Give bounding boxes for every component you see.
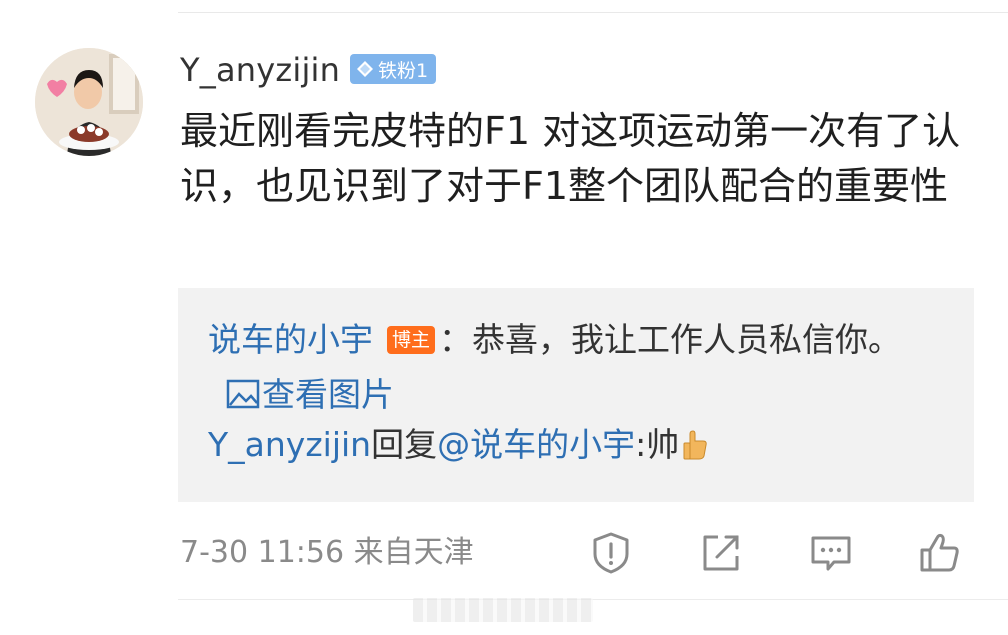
like-thumbs-up-icon[interactable] (917, 530, 963, 576)
reply-text: ：恭喜，我让工作人员私信你。 (439, 320, 902, 359)
blogger-badge: 博主 (387, 326, 436, 354)
bottom-divider (178, 599, 1008, 600)
comment-time-location: 7-30 11:56 来自天津 (180, 535, 474, 570)
report-warning-icon[interactable] (588, 530, 634, 576)
reply-author-link[interactable]: Y_anyzijin (208, 425, 371, 464)
next-comment-preview (413, 598, 593, 622)
mention-link[interactable]: @说车的小宇 (437, 425, 635, 464)
thumbs-up-emoji-icon (683, 430, 707, 460)
user-avatar[interactable] (35, 48, 143, 156)
comment-icon[interactable] (808, 530, 854, 576)
view-picture-label: 查看图片 (262, 375, 394, 414)
image-icon (226, 379, 260, 409)
fan-badge-label: 铁粉1 (378, 59, 429, 82)
share-icon[interactable] (698, 530, 744, 576)
top-divider (178, 12, 1008, 13)
reply-item: Y_anyzijin回复@说车的小宇:帅 (208, 422, 709, 468)
reply-text: :帅 (635, 425, 680, 464)
comment-username[interactable]: Y_anyzijin (180, 50, 340, 90)
comment-text: 最近刚看完皮特的F1 对这项运动第一次有了认识，也见识到了对于F1整个团队配合的… (180, 109, 961, 208)
reply-item: 说车的小宇 博主 ：恭喜，我让工作人员私信你。查看图片 (208, 312, 908, 422)
reply-author-link[interactable]: 说车的小宇 (208, 320, 373, 359)
fan-level-badge[interactable]: 铁粉1 (350, 54, 437, 84)
reply-thread[interactable]: 说车的小宇 博主 ：恭喜，我让工作人员私信你。查看图片 Y_anyzijin回复@说… (178, 288, 974, 502)
diamond-icon (357, 61, 373, 77)
reply-word: 回复 (371, 425, 438, 464)
view-picture-link[interactable]: 查看图片 (208, 375, 394, 414)
